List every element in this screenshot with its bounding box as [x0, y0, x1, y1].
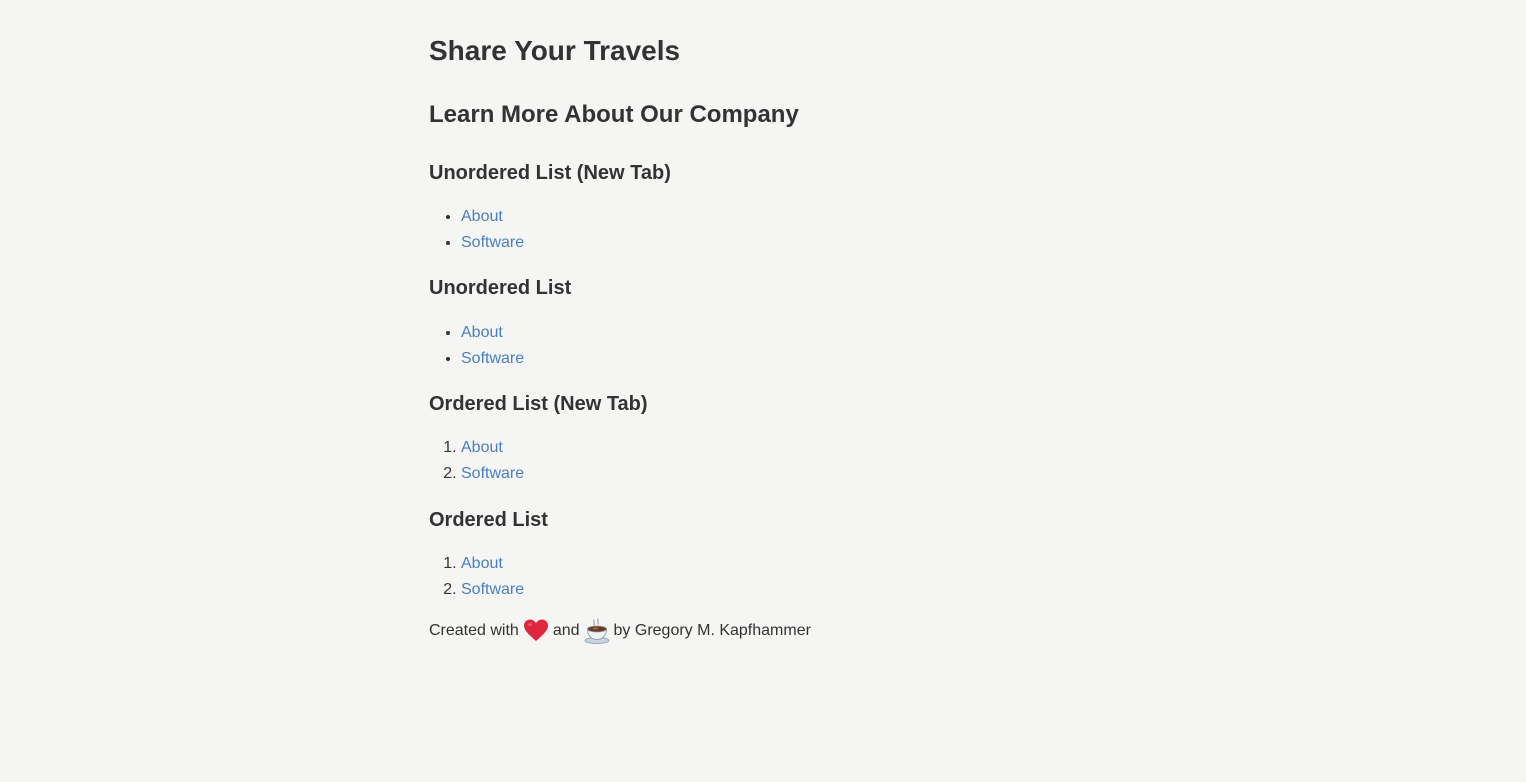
- about-link[interactable]: About: [461, 324, 503, 341]
- list-item: Software: [461, 461, 524, 487]
- list-item: Software: [461, 230, 524, 256]
- footer-suffix: by Gregory M. Kapfhammer: [613, 622, 811, 639]
- list-item: About: [461, 204, 524, 230]
- ordered-list: About Software: [429, 551, 524, 602]
- list-item: Software: [461, 346, 524, 372]
- about-link[interactable]: About: [461, 208, 503, 225]
- page-subtitle: Learn More About Our Company: [429, 101, 799, 128]
- footer: Created with and by Gregory M. Kapfhamme…: [429, 617, 811, 645]
- heart-icon: [523, 618, 549, 644]
- section-heading-unordered: Unordered List: [429, 277, 572, 299]
- list-item: About: [461, 435, 524, 461]
- list-item: About: [461, 551, 524, 577]
- section-heading-ordered-new-tab: Ordered List (New Tab): [429, 393, 648, 415]
- ordered-list-new-tab: About Software: [429, 435, 524, 486]
- software-link[interactable]: Software: [461, 581, 524, 598]
- about-link[interactable]: About: [461, 555, 503, 572]
- software-link[interactable]: Software: [461, 234, 524, 251]
- about-link[interactable]: About: [461, 439, 503, 456]
- section-heading-ordered: Ordered List: [429, 509, 548, 531]
- section-heading-unordered-new-tab: Unordered List (New Tab): [429, 162, 671, 184]
- software-link[interactable]: Software: [461, 350, 524, 367]
- unordered-list: About Software: [429, 320, 524, 371]
- coffee-icon: [584, 618, 610, 644]
- unordered-list-new-tab: About Software: [429, 204, 524, 255]
- software-link[interactable]: Software: [461, 465, 524, 482]
- footer-connector: and: [552, 622, 580, 639]
- list-item: About: [461, 320, 524, 346]
- footer-prefix: Created with: [429, 622, 519, 639]
- page-title: Share Your Travels: [429, 35, 681, 66]
- list-item: Software: [461, 577, 524, 603]
